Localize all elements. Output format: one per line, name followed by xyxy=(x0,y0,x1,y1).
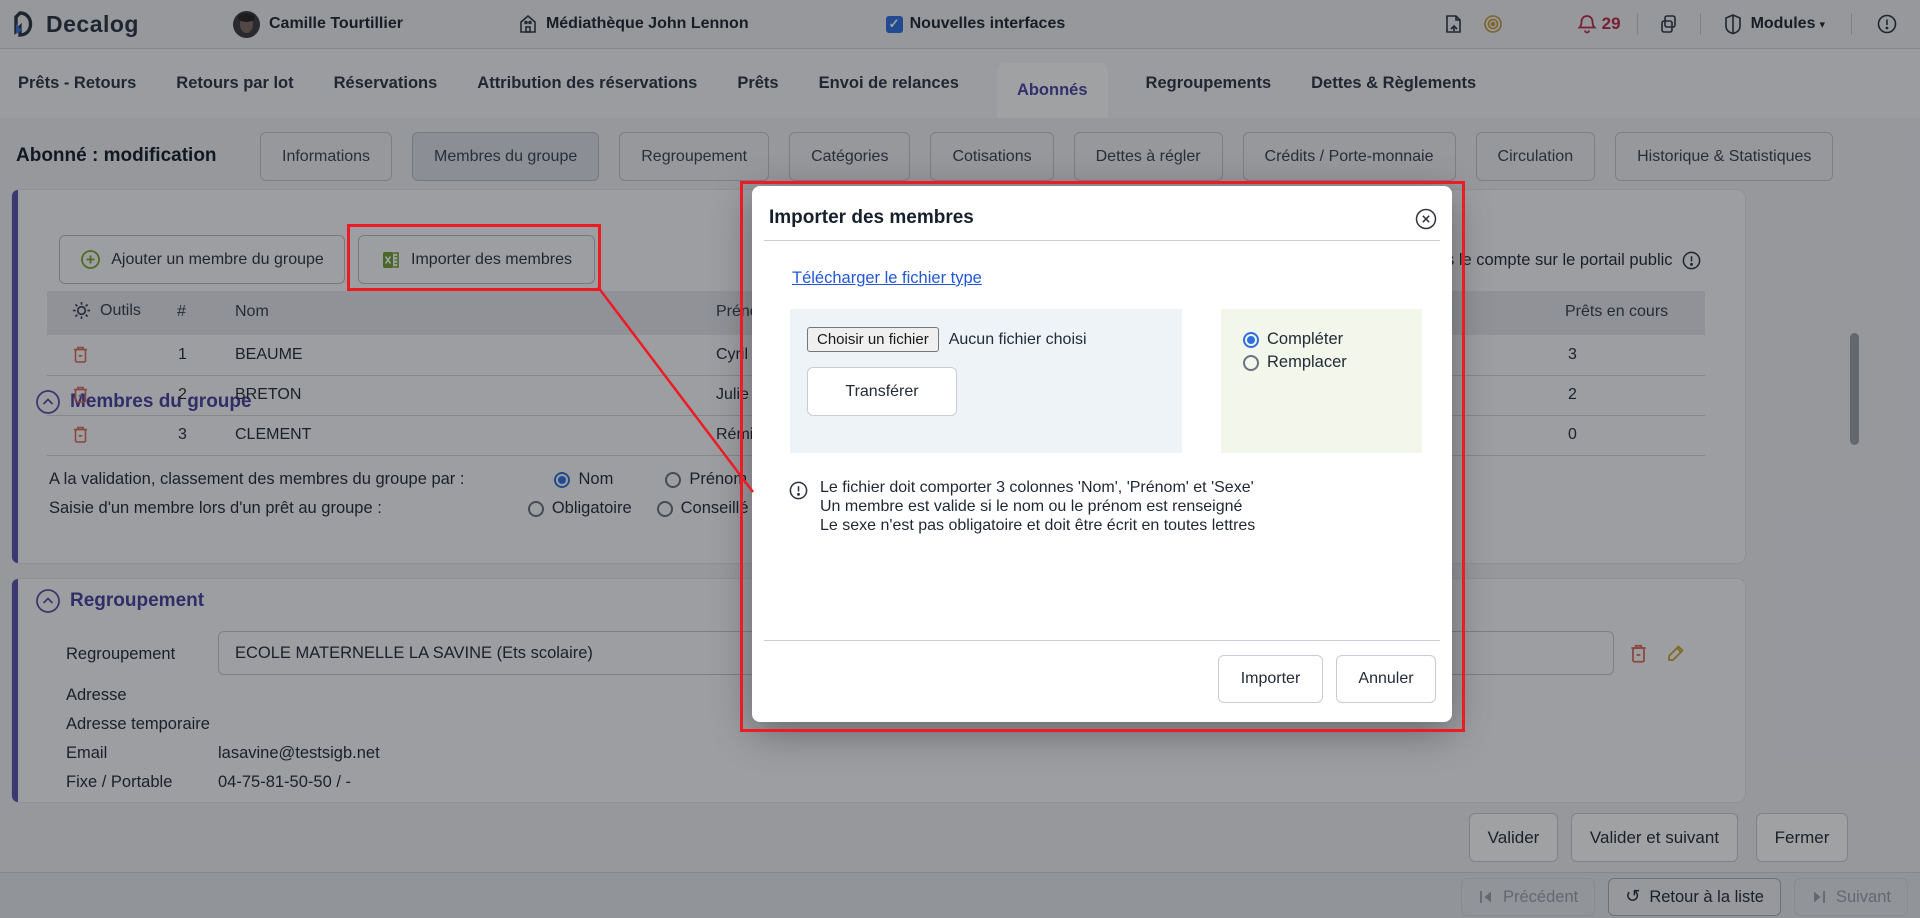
modal-info-line-2: Un membre est valide si le nom ou le pré… xyxy=(820,498,1242,516)
cancel-label: Annuler xyxy=(1358,670,1413,688)
import-button[interactable]: Importer xyxy=(1218,655,1323,703)
modal-title: Importer des membres xyxy=(769,207,974,229)
transfer-button[interactable]: Transférer xyxy=(807,367,957,416)
radio-completer[interactable] xyxy=(1243,332,1259,348)
close-icon[interactable] xyxy=(1414,207,1438,231)
import-label: Importer xyxy=(1241,670,1301,688)
download-template-link[interactable]: Télécharger le fichier type xyxy=(792,269,982,288)
import-members-modal: Importer des membres Télécharger le fich… xyxy=(752,186,1452,722)
radio-remplacer-label[interactable]: Remplacer xyxy=(1267,353,1347,372)
radio-completer-label[interactable]: Compléter xyxy=(1267,330,1343,349)
radio-remplacer[interactable] xyxy=(1243,355,1259,371)
modal-info-line-1: Le fichier doit comporter 3 colonnes 'No… xyxy=(820,479,1254,497)
file-status-text: Aucun fichier choisi xyxy=(949,331,1087,349)
cancel-button[interactable]: Annuler xyxy=(1336,655,1436,703)
modal-info-line-3: Le sexe n'est pas obligatoire et doit êt… xyxy=(820,517,1255,535)
app-root: Decalog Camille Tourtillier Médiathèque … xyxy=(0,0,1920,918)
modal-info-icon xyxy=(788,480,809,501)
choose-file-button[interactable]: Choisir un fichier xyxy=(807,327,939,352)
modal-divider xyxy=(764,240,1440,241)
transfer-label: Transférer xyxy=(845,383,918,401)
modal-footer-divider xyxy=(764,640,1440,641)
